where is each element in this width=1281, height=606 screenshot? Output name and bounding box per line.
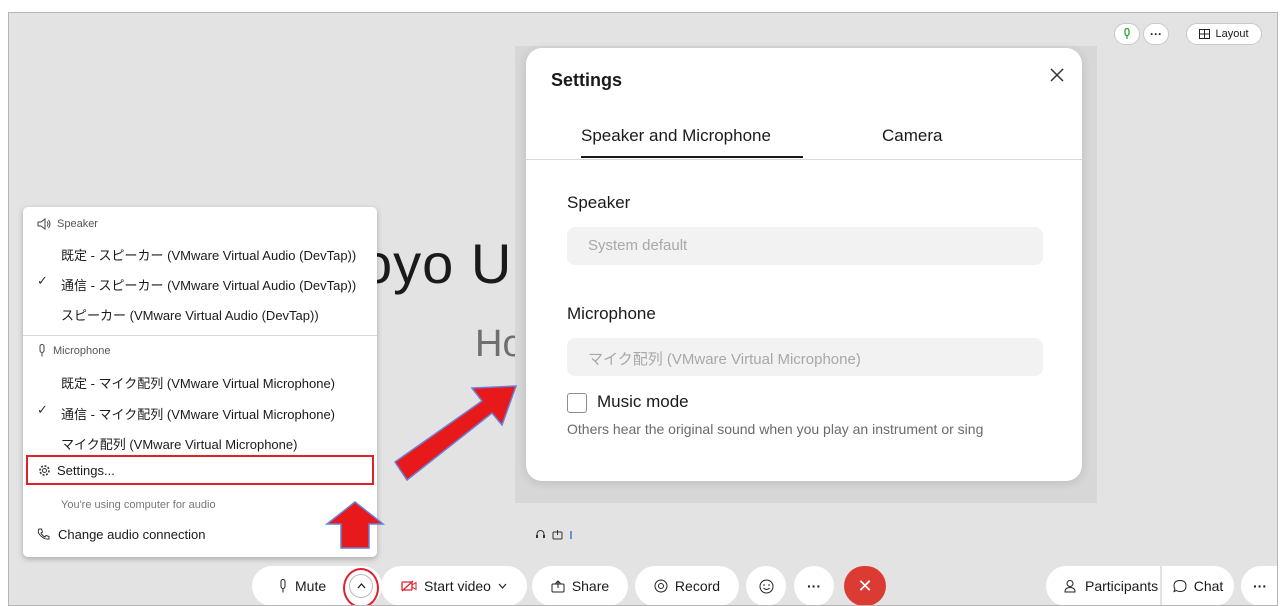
music-mode-checkbox[interactable] — [567, 393, 587, 413]
headset-icon — [536, 529, 545, 538]
meeting-window: ··· Layout oyo U Ho Settings Speaker and… — [8, 12, 1278, 606]
chat-label: Chat — [1193, 578, 1224, 594]
speaker-icon — [37, 218, 51, 230]
tab-speaker-and-microphone[interactable]: Speaker and Microphone — [581, 126, 771, 146]
top-more-button[interactable]: ··· — [1143, 23, 1169, 45]
speaker-section-header: Speaker — [37, 218, 98, 230]
video-off-icon — [401, 580, 417, 592]
annotation-arrow-up — [324, 501, 386, 549]
speaker-option-devtap[interactable]: スピーカー (VMware Virtual Audio (DevTap)) — [61, 305, 319, 324]
change-audio-label: Change audio connection — [58, 527, 206, 542]
change-audio-connection[interactable]: Change audio connection — [37, 527, 205, 542]
top-mic-button[interactable] — [1114, 23, 1140, 45]
music-mode-label[interactable]: Music mode — [597, 392, 689, 412]
settings-dialog: Settings Speaker and Microphone Camera S… — [526, 48, 1082, 481]
check-icon: ✓ — [37, 402, 48, 417]
emoji-icon — [759, 579, 773, 593]
participants-label: Participants — [1085, 578, 1159, 594]
settings-menu-label: Settings... — [57, 462, 115, 478]
chat-icon — [1172, 579, 1187, 593]
dialog-title: Settings — [551, 70, 623, 90]
share-button[interactable]: Share — [532, 566, 628, 605]
close-icon[interactable] — [1050, 66, 1064, 86]
more-options-button[interactable]: ··· — [794, 566, 834, 605]
participants-icon — [1064, 580, 1076, 593]
record-button[interactable]: Record — [635, 566, 739, 605]
status-icons — [535, 529, 573, 540]
speaker-select[interactable]: System default — [567, 227, 1043, 265]
mic-option-default[interactable]: 既定 - マイク配列 (VMware Virtual Microphone) — [61, 373, 335, 392]
active-tab-indicator — [581, 156, 803, 158]
record-label: Record — [674, 578, 721, 594]
mic-option-array[interactable]: マイク配列 (VMware Virtual Microphone) — [61, 434, 297, 453]
share-status-icon — [552, 530, 563, 540]
start-video-label: Start video — [424, 578, 491, 594]
speaker-label: Speaker — [567, 193, 631, 212]
share-label: Share — [571, 578, 610, 594]
layout-label: Layout — [1215, 28, 1249, 40]
mic-icon — [39, 344, 45, 357]
chat-button[interactable]: Chat — [1162, 566, 1234, 605]
annotation-circle — [343, 568, 379, 605]
microphone-label: Microphone — [567, 304, 656, 323]
speaker-header-label: Speaker — [57, 218, 98, 230]
mute-label: Mute — [295, 578, 327, 594]
speaker-option-default[interactable]: 既定 - スピーカー (VMware Virtual Audio (DevTap… — [61, 245, 356, 264]
meeting-title: oyo U — [361, 232, 513, 295]
start-video-button[interactable]: Start video — [381, 566, 527, 605]
annotation-arrow-diagonal — [393, 385, 518, 482]
phone-icon — [37, 528, 50, 540]
menu-divider — [23, 335, 377, 336]
check-icon: ✓ — [37, 273, 48, 288]
grid-icon — [1199, 29, 1211, 39]
record-icon — [654, 579, 668, 593]
share-icon — [551, 579, 565, 592]
tab-divider — [526, 159, 1082, 160]
settings-menu-item[interactable]: Settings... — [26, 455, 374, 485]
microphone-select[interactable]: マイク配列 (VMware Virtual Microphone) — [567, 338, 1043, 376]
mic-icon — [1124, 28, 1130, 39]
speaker-option-communications[interactable]: 通信 - スピーカー (VMware Virtual Audio (DevTap… — [61, 275, 356, 294]
music-mode-description: Others hear the original sound when you … — [567, 421, 984, 437]
mic-option-communications[interactable]: 通信 - マイク配列 (VMware Virtual Microphone) — [61, 404, 335, 423]
audio-connection-note: You're using computer for audio — [61, 499, 216, 511]
mic-icon — [280, 579, 286, 593]
gear-icon — [39, 464, 50, 476]
microphone-section-header: Microphone — [37, 344, 110, 357]
layout-button[interactable]: Layout — [1186, 23, 1262, 45]
reactions-button[interactable] — [746, 566, 786, 605]
microphone-header-label: Microphone — [53, 344, 111, 357]
participants-button[interactable]: Participants — [1046, 566, 1160, 605]
right-more-button[interactable]: ··· — [1241, 566, 1277, 605]
signal-icon — [570, 530, 572, 539]
chevron-down-icon[interactable] — [498, 583, 507, 589]
tab-camera[interactable]: Camera — [882, 126, 942, 146]
end-meeting-button[interactable]: ✕ — [844, 566, 886, 605]
